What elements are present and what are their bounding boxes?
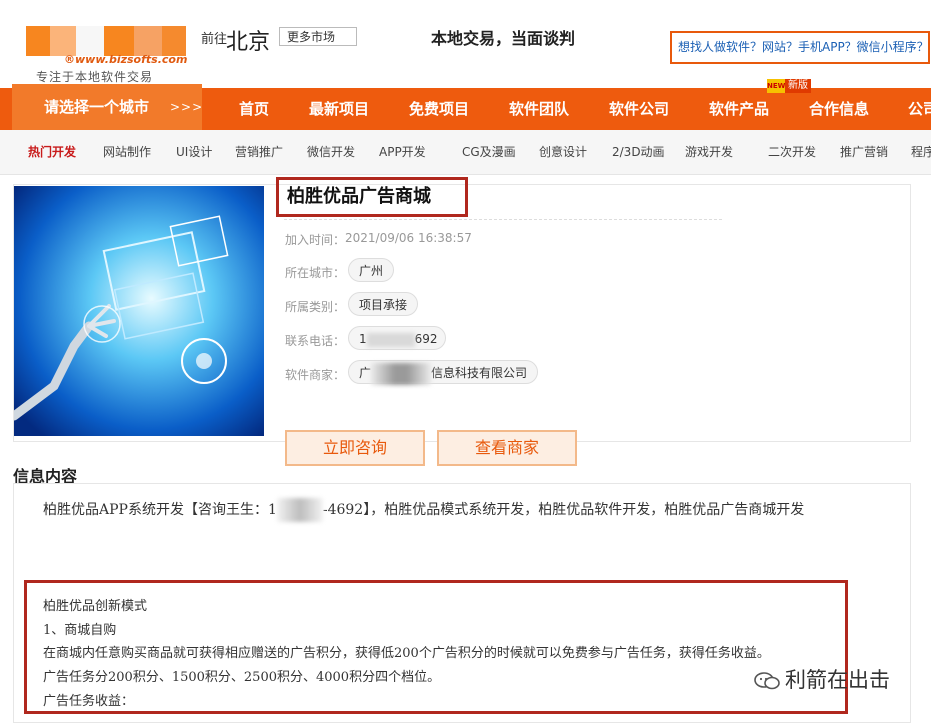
nav-item-home[interactable]: 首页 bbox=[239, 88, 269, 130]
logo-slogan: 专注于本地软件交易 bbox=[36, 70, 154, 84]
nav-item-company[interactable]: 公司 bbox=[908, 88, 931, 130]
new-badge-label: 新版 bbox=[785, 79, 811, 93]
subnav-item-ui[interactable]: UI设计 bbox=[176, 143, 212, 160]
phone-redacted bbox=[366, 332, 415, 347]
city-select-button[interactable]: 请选择一个城市 >>> bbox=[12, 84, 202, 130]
subnav-item-wechat[interactable]: 微信开发 bbox=[307, 143, 355, 160]
intro-redacted bbox=[276, 498, 323, 522]
intro-paragraph: 柏胜优品APP系统开发【咨询王生：1 -4692】，柏胜优品模式系统开发，柏胜优品… bbox=[43, 498, 804, 522]
nav-item-companies[interactable]: 软件公司 bbox=[609, 88, 669, 130]
subnav-item-hot[interactable]: 热门开发 bbox=[28, 143, 76, 160]
goto-label: 前往 bbox=[201, 32, 228, 47]
added-time-label: 加入时间： bbox=[285, 233, 346, 247]
intro-suffix: -4692】，柏胜优品模式系统开发，柏胜优品软件开发，柏胜优品广告商城开发 bbox=[322, 502, 805, 518]
ask-link[interactable]: 想找人做软件？网站？手机APP？微信小程序？ bbox=[670, 31, 930, 64]
merchant-redacted bbox=[371, 362, 432, 385]
new-badge-tag: NEW bbox=[767, 79, 785, 93]
subnav-item-web[interactable]: 网站制作 bbox=[103, 143, 151, 160]
nav-item-teams[interactable]: 软件团队 bbox=[509, 88, 569, 130]
subnav-item-promotion[interactable]: 推广营销 bbox=[840, 143, 888, 160]
phone-label: 联系电话： bbox=[285, 334, 346, 348]
phone-suffix: 692 bbox=[414, 332, 438, 346]
city-select-label: 请选择一个城市 bbox=[44, 98, 150, 116]
content-line: 1、商城自购 bbox=[43, 623, 117, 638]
intro-prefix: 柏胜优品APP系统开发【咨询王生：1 bbox=[43, 502, 277, 518]
content-line: 广告任务收益： bbox=[43, 694, 135, 709]
merchant-prefix: 广 bbox=[359, 366, 372, 380]
merchant-suffix: 信息科技有限公司 bbox=[431, 366, 528, 380]
content-line: 广告任务分200积分、1500积分、2500积分、4000积分四个档位。 bbox=[43, 670, 441, 685]
subnav-item-creative[interactable]: 创意设计 bbox=[539, 143, 587, 160]
content-line: 柏胜优品创新模式 bbox=[43, 599, 148, 614]
current-city[interactable]: 北京 bbox=[226, 24, 270, 56]
chevron-right-icon: >>> bbox=[170, 100, 204, 114]
subnav-item-app[interactable]: APP开发 bbox=[379, 143, 426, 160]
view-merchant-button[interactable]: 查看商家 bbox=[437, 430, 577, 466]
merchant-pill[interactable]: 广 信息科技有限公司 bbox=[348, 360, 538, 385]
city-pill[interactable]: 广州 bbox=[348, 258, 395, 282]
new-version-badge: NEW 新版 bbox=[767, 79, 813, 93]
nav-item-latest[interactable]: 最新项目 bbox=[309, 88, 369, 130]
content-line: 在商城内任意购买商品就可获得相应赠送的广告积分，获得低200个广告积分的时候就可… bbox=[43, 646, 770, 661]
wechat-icon bbox=[753, 670, 781, 692]
header-slogan: 本地交易，当面谈判 bbox=[431, 29, 576, 48]
product-image bbox=[14, 186, 264, 436]
subnav-item-animation[interactable]: 2/3D动画 bbox=[612, 143, 665, 160]
subnav-item-secondary-dev[interactable]: 二次开发 bbox=[768, 143, 816, 160]
watermark-text: 利箭在出击 bbox=[785, 668, 890, 692]
subnav-item-marketing[interactable]: 营销推广 bbox=[235, 143, 283, 160]
subnav-item-games[interactable]: 游戏开发 bbox=[685, 143, 733, 160]
nav-item-products[interactable]: 软件产品 bbox=[709, 88, 769, 130]
logo-url-text: ®www.bizsofts.com bbox=[64, 53, 188, 66]
added-time-value: 2021/09/06 16:38:57 bbox=[345, 231, 472, 245]
subnav-item-cg[interactable]: CG及漫画 bbox=[462, 143, 516, 160]
category-label: 所属类别： bbox=[285, 300, 346, 314]
nav-item-free[interactable]: 免费项目 bbox=[409, 88, 469, 130]
category-pill[interactable]: 项目承接 bbox=[348, 292, 419, 316]
divider bbox=[284, 219, 722, 220]
merchant-label: 软件商家： bbox=[285, 368, 346, 382]
phone-pill[interactable]: 1 692 bbox=[348, 326, 446, 350]
city-label: 所在城市： bbox=[285, 266, 346, 280]
phone-prefix: 1 bbox=[359, 332, 367, 346]
consult-button[interactable]: 立即咨询 bbox=[285, 430, 425, 466]
wechat-watermark: 利箭在出击 bbox=[753, 664, 890, 694]
product-title: 柏胜优品广告商城 bbox=[276, 177, 468, 217]
nav-item-cooperation[interactable]: 合作信息 bbox=[809, 88, 869, 130]
more-market-button[interactable]: 更多市场 bbox=[279, 27, 357, 46]
subnav-item-program[interactable]: 程序 bbox=[911, 143, 931, 160]
site-logo[interactable] bbox=[26, 26, 186, 56]
